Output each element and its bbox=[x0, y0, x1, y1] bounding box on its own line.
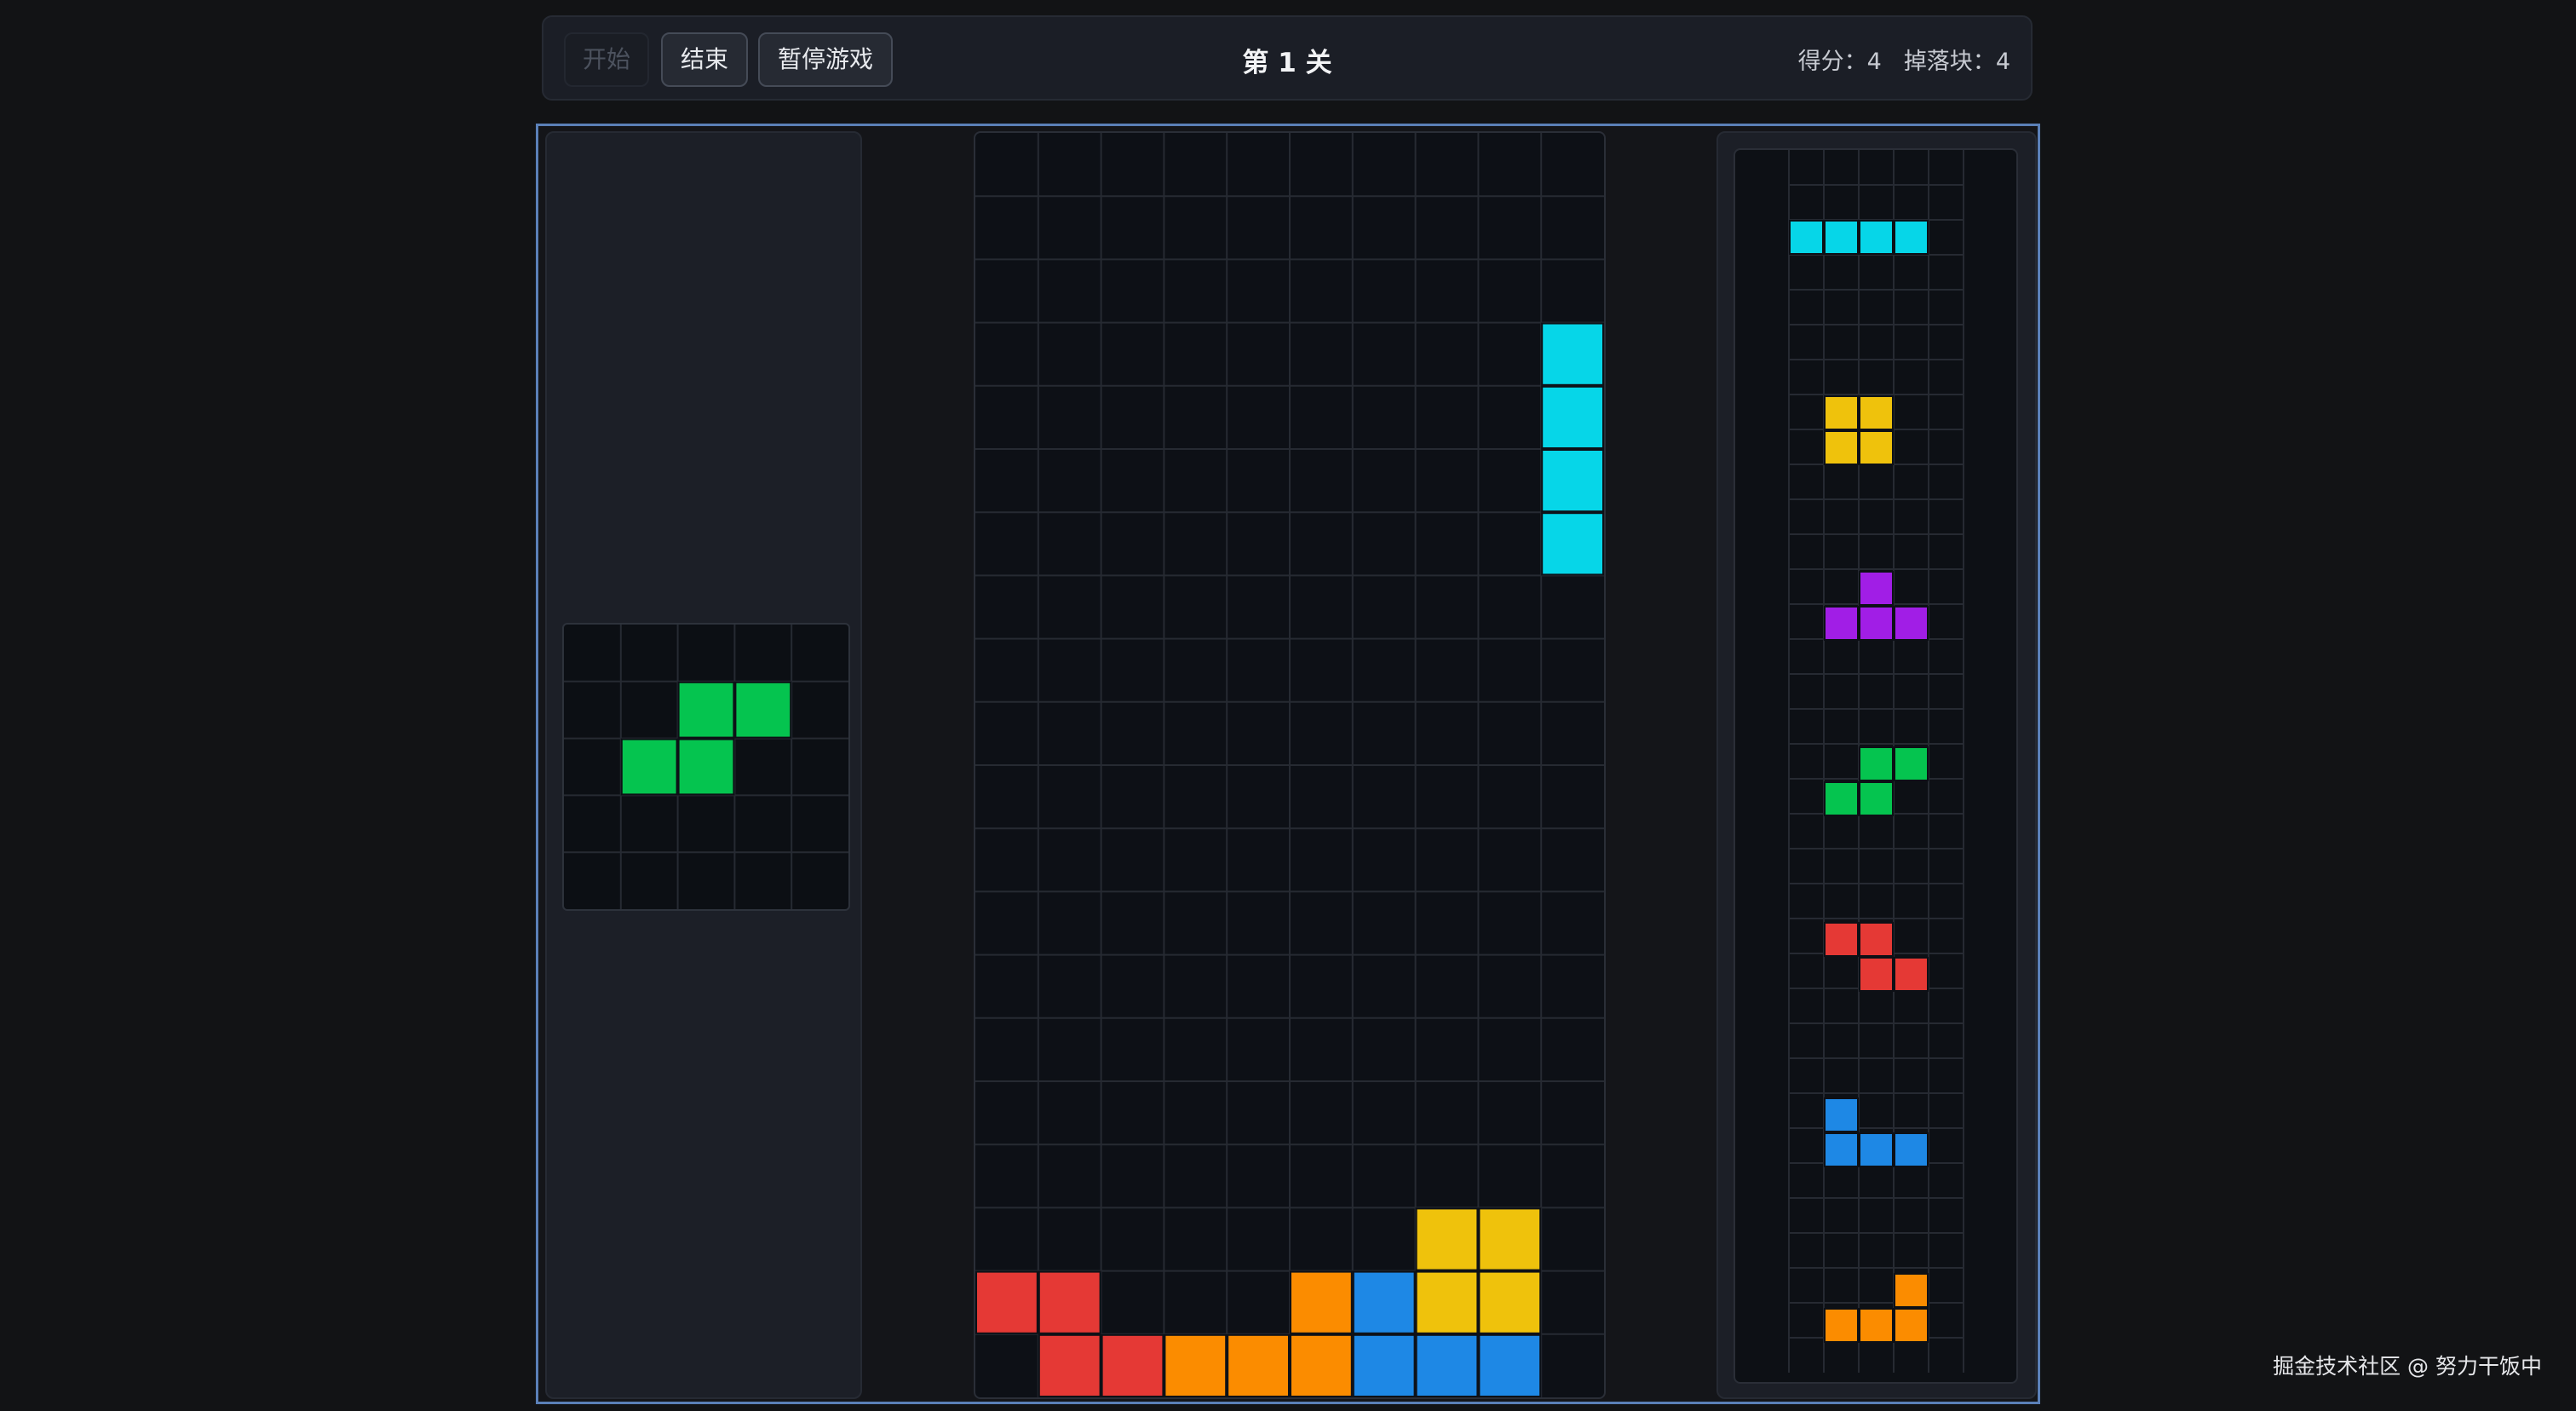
board-block-blue bbox=[1478, 1333, 1542, 1398]
hold-piece-grid bbox=[562, 623, 850, 911]
watermark: 掘金技术社区 @ 努力干饭中 bbox=[2273, 1354, 2542, 1379]
next-piece-L-block bbox=[1894, 1308, 1929, 1343]
dropped-blocks-label: 掉落块： bbox=[1903, 49, 1996, 75]
hold-block-green bbox=[620, 738, 678, 796]
board-block-blue bbox=[1415, 1333, 1479, 1398]
next-piece-Z-block bbox=[1894, 957, 1929, 992]
next-piece-I-block bbox=[1894, 220, 1929, 255]
board-block-red bbox=[975, 1270, 1038, 1334]
next-piece-I-block bbox=[1824, 220, 1859, 255]
board-block-orange bbox=[1227, 1333, 1291, 1398]
next-piece-S-block bbox=[1859, 746, 1894, 781]
hold-block-green bbox=[734, 681, 792, 739]
next-queue-svg bbox=[1788, 150, 1964, 1373]
next-piece-O-block bbox=[1824, 430, 1859, 465]
next-piece-Z-block bbox=[1859, 922, 1894, 957]
next-queue-panel bbox=[1716, 131, 2037, 1399]
next-piece-O-block bbox=[1859, 395, 1894, 430]
toolbar: 开始 结束 暂停游戏 第 1 关 得分：4 掉落块：4 bbox=[542, 15, 2033, 101]
next-piece-O-block bbox=[1824, 395, 1859, 430]
board-block-yellow bbox=[1415, 1207, 1479, 1271]
board-block-blue bbox=[1352, 1333, 1416, 1398]
next-piece-J-block bbox=[1859, 1132, 1894, 1167]
hold-piece-svg bbox=[564, 625, 848, 909]
next-piece-T-block bbox=[1859, 571, 1894, 606]
next-piece-T-block bbox=[1859, 606, 1894, 641]
next-piece-S-block bbox=[1824, 781, 1859, 816]
next-piece-L-block bbox=[1859, 1308, 1894, 1343]
next-piece-L-block bbox=[1824, 1308, 1859, 1343]
game-board[interactable] bbox=[974, 131, 1606, 1399]
next-piece-J-block bbox=[1824, 1097, 1859, 1132]
hold-block-green bbox=[677, 681, 735, 739]
board-block-blue bbox=[1352, 1270, 1416, 1334]
board-block-cyan bbox=[1541, 322, 1605, 386]
next-piece-J-block bbox=[1894, 1132, 1929, 1167]
dropped-blocks-value: 4 bbox=[1995, 49, 2010, 75]
board-block-red bbox=[1101, 1333, 1164, 1398]
board-block-red bbox=[1038, 1270, 1101, 1334]
board-block-yellow bbox=[1478, 1207, 1542, 1271]
next-piece-O-block bbox=[1859, 430, 1894, 465]
score-label: 得分： bbox=[1797, 49, 1867, 75]
next-piece-T-block bbox=[1824, 606, 1859, 641]
next-piece-I-block bbox=[1789, 220, 1824, 255]
next-queue-grid bbox=[1734, 148, 2018, 1384]
board-block-cyan bbox=[1541, 449, 1605, 513]
next-piece-J-block bbox=[1824, 1132, 1859, 1167]
next-piece-S-block bbox=[1859, 781, 1894, 816]
next-piece-I-block bbox=[1859, 220, 1894, 255]
next-piece-L-block bbox=[1894, 1273, 1929, 1308]
next-piece-T-block bbox=[1894, 606, 1929, 641]
board-block-yellow bbox=[1478, 1270, 1542, 1334]
board-block-orange bbox=[1164, 1333, 1228, 1398]
board-block-orange bbox=[1290, 1270, 1353, 1334]
board-block-red bbox=[1038, 1333, 1101, 1398]
score-value: 4 bbox=[1866, 49, 1882, 75]
next-piece-Z-block bbox=[1859, 957, 1894, 992]
next-piece-S-block bbox=[1894, 746, 1929, 781]
game-frame bbox=[536, 124, 2040, 1404]
next-piece-Z-block bbox=[1824, 922, 1859, 957]
board-block-cyan bbox=[1541, 385, 1605, 449]
board-block-orange bbox=[1290, 1333, 1353, 1398]
hold-panel bbox=[545, 131, 862, 1399]
board-svg bbox=[975, 133, 1605, 1398]
board-block-cyan bbox=[1541, 512, 1605, 576]
stats-area: 得分：4 掉落块：4 bbox=[1798, 43, 2010, 76]
board-block-yellow bbox=[1415, 1270, 1479, 1334]
hold-block-green bbox=[677, 738, 735, 796]
